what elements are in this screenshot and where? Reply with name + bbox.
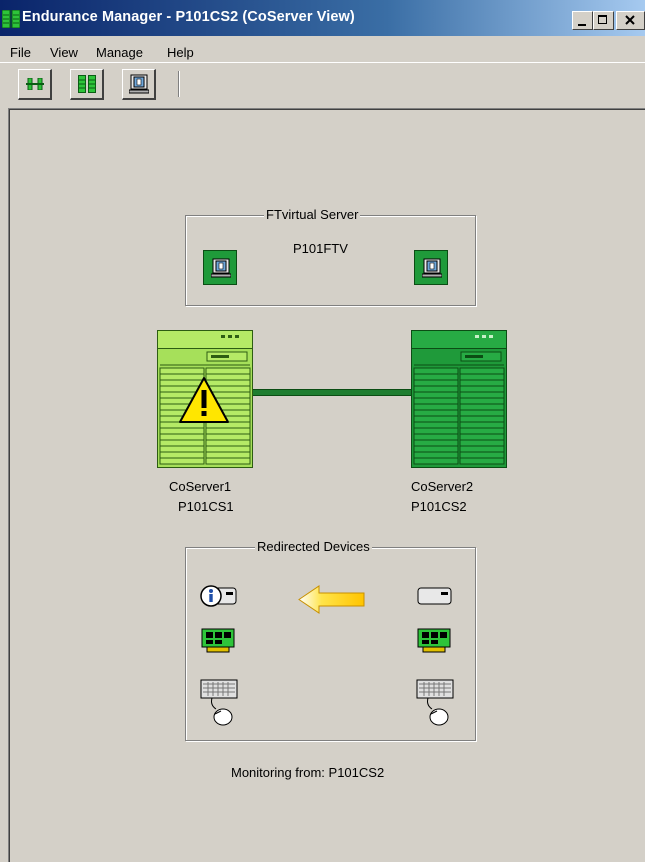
info-icon xyxy=(200,585,222,607)
coserver-link xyxy=(252,389,412,396)
menu-bar: File View Manage Help xyxy=(0,36,645,62)
menu-help[interactable]: Help xyxy=(167,45,194,60)
coserver1-name: P101CS1 xyxy=(178,499,234,514)
coserver2-server[interactable] xyxy=(411,330,507,468)
virtual-server-icon xyxy=(128,74,149,94)
coserver1-label: CoServer1 xyxy=(169,479,232,494)
menu-manage[interactable]: Manage xyxy=(96,45,143,60)
redirected-devices-title: Redirected Devices xyxy=(255,539,372,554)
ftvirtual-left-node[interactable] xyxy=(203,250,237,285)
minimize-icon xyxy=(578,24,586,26)
left-network-card[interactable] xyxy=(201,628,237,654)
right-disk-device[interactable] xyxy=(417,586,453,606)
title-bar[interactable]: Endurance Manager - P101CS2 (CoServer Vi… xyxy=(0,0,645,36)
virtual-server-icon xyxy=(211,258,231,278)
menu-file[interactable]: File xyxy=(10,45,31,60)
servers-icon xyxy=(77,75,96,93)
maximize-icon xyxy=(598,15,607,24)
coserver1-server[interactable] xyxy=(157,330,253,468)
ftvirtual-server-group: FTvirtual Server P101FTV xyxy=(185,207,476,306)
app-window: Endurance Manager - P101CS2 (CoServer Vi… xyxy=(0,0,645,862)
coserver2-name: P101CS2 xyxy=(411,499,467,514)
redirected-devices-group: Redirected Devices xyxy=(185,539,476,741)
close-icon xyxy=(625,15,635,25)
coserver2-label: CoServer2 xyxy=(411,479,474,494)
maximize-button[interactable] xyxy=(593,11,614,30)
toolbar-separator xyxy=(178,71,180,97)
coserver-view-button[interactable] xyxy=(70,69,104,100)
virtual-server-icon xyxy=(422,258,442,278)
toolbar xyxy=(0,62,645,105)
redirect-arrow-left-icon xyxy=(298,585,365,614)
app-icon xyxy=(2,10,20,28)
left-keyboard-mouse[interactable] xyxy=(200,679,240,729)
close-button[interactable] xyxy=(616,11,645,30)
ftvirtual-server-title: FTvirtual Server xyxy=(264,207,361,222)
link-icon xyxy=(25,78,44,90)
menu-view[interactable]: View xyxy=(50,45,78,60)
right-network-card[interactable] xyxy=(417,628,453,654)
virtual-server-button[interactable] xyxy=(122,69,156,100)
right-keyboard-mouse[interactable] xyxy=(416,679,456,729)
ftvirtual-server-name: P101FTV xyxy=(293,241,348,256)
minimize-button[interactable] xyxy=(572,11,593,30)
monitoring-status: Monitoring from: P101CS2 xyxy=(231,765,385,780)
left-disk-device[interactable] xyxy=(200,584,238,608)
ftvirtual-right-node[interactable] xyxy=(414,250,448,285)
connect-button[interactable] xyxy=(18,69,52,100)
window-title: Endurance Manager - P101CS2 (CoServer Vi… xyxy=(22,9,355,25)
